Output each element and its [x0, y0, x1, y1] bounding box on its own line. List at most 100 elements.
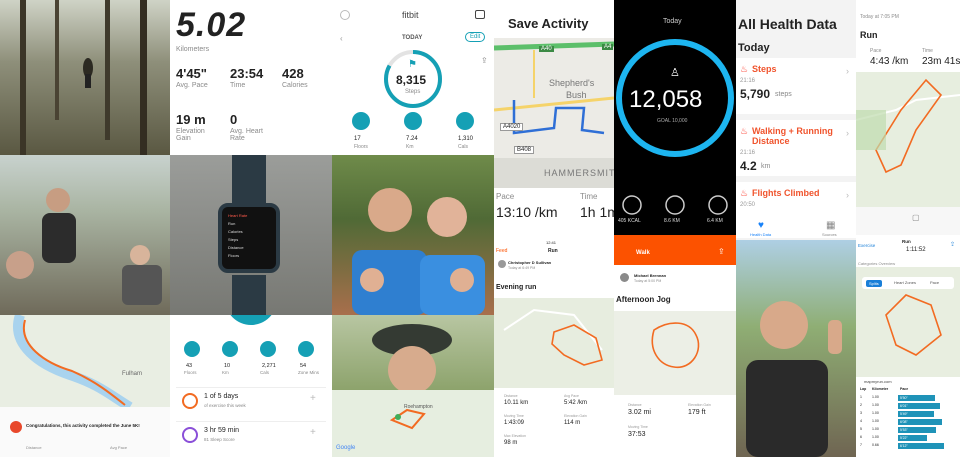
roehampton-route: [332, 390, 494, 457]
stat-value: 3.02 mi: [628, 409, 651, 416]
family-illustration: [6, 188, 162, 305]
comment-icon[interactable]: ▢: [912, 213, 920, 222]
save-activity-title: Save Activity: [508, 16, 589, 31]
flame-icon: ♨: [740, 126, 749, 136]
stat-value: 179 ft: [688, 409, 706, 416]
afternoon-jog-screen: Walk ⇪ Michael Brennan Today at 5:00 PM …: [614, 235, 736, 457]
split-km: 0.66: [872, 443, 879, 447]
distance-label: Distance: [26, 445, 42, 450]
roehampton-map[interactable]: Roehampton Google: [332, 390, 494, 457]
activity-map[interactable]: A40 Shepherd's Bush A4020 B408 HAMMERSMI…: [494, 38, 614, 188]
tab-health-data[interactable]: Health Data: [750, 232, 771, 237]
couple-illustration: [352, 188, 485, 315]
fitbit-stat-value: 17: [354, 136, 361, 142]
grid-tab-icon[interactable]: ▦: [826, 220, 835, 231]
chevron-right-icon[interactable]: ›: [846, 128, 849, 138]
map-label-b408: B408: [514, 146, 535, 154]
runner-cap-photo: [332, 315, 494, 390]
trophy-icon: [10, 421, 22, 433]
time-label: Time: [230, 82, 246, 89]
walker-icon: ⚑: [408, 59, 417, 70]
col-lap: Lap: [860, 387, 867, 391]
heart-label: Avg. Heart Rate: [230, 128, 263, 142]
split-lap: 3: [860, 411, 862, 415]
split-km: 1.00: [872, 411, 879, 415]
river-route-map[interactable]: Fulham: [0, 315, 170, 407]
split-lap: 5: [860, 427, 862, 431]
split-lap: 4: [860, 419, 862, 423]
congrats-text: Congratulations, this activity completed…: [26, 423, 140, 428]
fitbit-stat-value: 7.24: [406, 136, 418, 142]
metric-km-2: 6.4 KM: [707, 218, 723, 224]
tab-pace[interactable]: Pace: [930, 280, 939, 285]
watch-goal: GOAL 10,000: [657, 118, 688, 124]
heart-tab-icon[interactable]: ♥: [758, 220, 764, 231]
website-url[interactable]: mapmyrun.com: [864, 379, 892, 384]
thumbs-up-photo: [736, 240, 856, 457]
health-title: All Health Data: [738, 16, 837, 32]
flame-icon: ♨: [740, 64, 749, 74]
split-lap: 1: [860, 395, 862, 399]
split-lap: 7: [860, 443, 862, 447]
health-item-time: 21:16: [740, 78, 756, 84]
location-pin-icon[interactable]: [222, 341, 238, 357]
fitbit-today-screen: fitbit ‹ TODAY Edit ⇪ ⚑ 8,315 Steps 17 Fl…: [332, 0, 494, 155]
route-map: [494, 38, 614, 188]
health-today: Today: [738, 42, 770, 54]
afternoon-jog-map[interactable]: [614, 235, 736, 457]
watch-steps-value: 12,058: [629, 86, 703, 113]
fitbit-tile-card[interactable]: [176, 387, 326, 417]
pace-value: 4'45": [176, 66, 207, 81]
fitbit-tile-title: 1 of 5 days: [204, 393, 239, 400]
watch-screen-1: Heart Rate: [228, 213, 248, 218]
fitbit-stat-value: 1,310: [458, 136, 474, 142]
health-item-value: 4.2: [740, 159, 757, 173]
thumbs-up-illustration: [746, 301, 842, 457]
distance-unit: Kilometers: [176, 46, 210, 53]
split-km: 1.00: [872, 427, 879, 431]
fitbit-stat-value: 10: [224, 363, 231, 369]
flame-icon[interactable]: [456, 112, 474, 130]
stat-label: Distance: [628, 403, 642, 407]
flame-icon[interactable]: [260, 341, 276, 357]
map-label-shepherds: Shepherd's: [549, 78, 595, 88]
add-icon[interactable]: +: [310, 393, 316, 404]
forest-illustration: [20, 0, 147, 155]
map-label-roehampton: Roehampton: [404, 404, 433, 410]
zone-minutes-icon[interactable]: [298, 341, 314, 357]
health-item-value: 5,790: [740, 87, 771, 101]
tab-heart-zones[interactable]: Heart Zones: [894, 280, 916, 285]
run-route-map[interactable]: [856, 0, 960, 235]
sleep-icon: [182, 427, 198, 443]
watch-steps-screen: Today ♙ 12,058 GOAL 10,000 405 KCAL 8.6 …: [614, 0, 736, 240]
avg-pace-label: Avg Pace: [110, 445, 128, 450]
watch-screen-5: Distance: [228, 245, 244, 250]
split-km: 1.00: [872, 435, 879, 439]
fitbit-tile-card[interactable]: [176, 421, 326, 451]
run-stats-screen: 5.02 Kilometers 4'45" Avg. Pace 23:54 Ti…: [170, 0, 332, 155]
calories-label: Calories: [282, 82, 308, 89]
flame-icon: ♨: [740, 188, 749, 198]
chevron-right-icon[interactable]: ›: [846, 190, 849, 200]
stairs-icon[interactable]: [184, 341, 200, 357]
chevron-right-icon[interactable]: ›: [846, 66, 849, 76]
fitbit-stat-value: 54: [300, 363, 307, 369]
stairs-icon[interactable]: [352, 112, 370, 130]
fitbit-tile-title: 3 hr 59 min: [204, 427, 240, 434]
health-item-time: 21:16: [740, 150, 756, 156]
tab-splits[interactable]: Splits: [866, 280, 882, 287]
congrats-banner: Congratulations, this activity completed…: [0, 407, 170, 457]
elevation-value: 19 m: [176, 112, 206, 127]
split-pace-bar: 6'12": [898, 443, 944, 449]
run-detail-screen: Today at 7:05 PM Run Pace 4:43 /km Time …: [856, 0, 960, 235]
pace-label: Pace: [496, 192, 515, 201]
stat-label: Elevation Gain: [564, 414, 587, 418]
walker-icon: ♙: [670, 67, 680, 79]
location-pin-icon[interactable]: [404, 112, 422, 130]
watch-strap-bottom: [232, 275, 266, 315]
watch-screen-2: Run: [228, 221, 236, 226]
time-value: 1h 1m: [580, 204, 614, 220]
add-icon[interactable]: +: [310, 427, 316, 438]
tab-sources[interactable]: Sources: [822, 232, 837, 237]
fitbit-stat-label: Km: [222, 370, 229, 375]
